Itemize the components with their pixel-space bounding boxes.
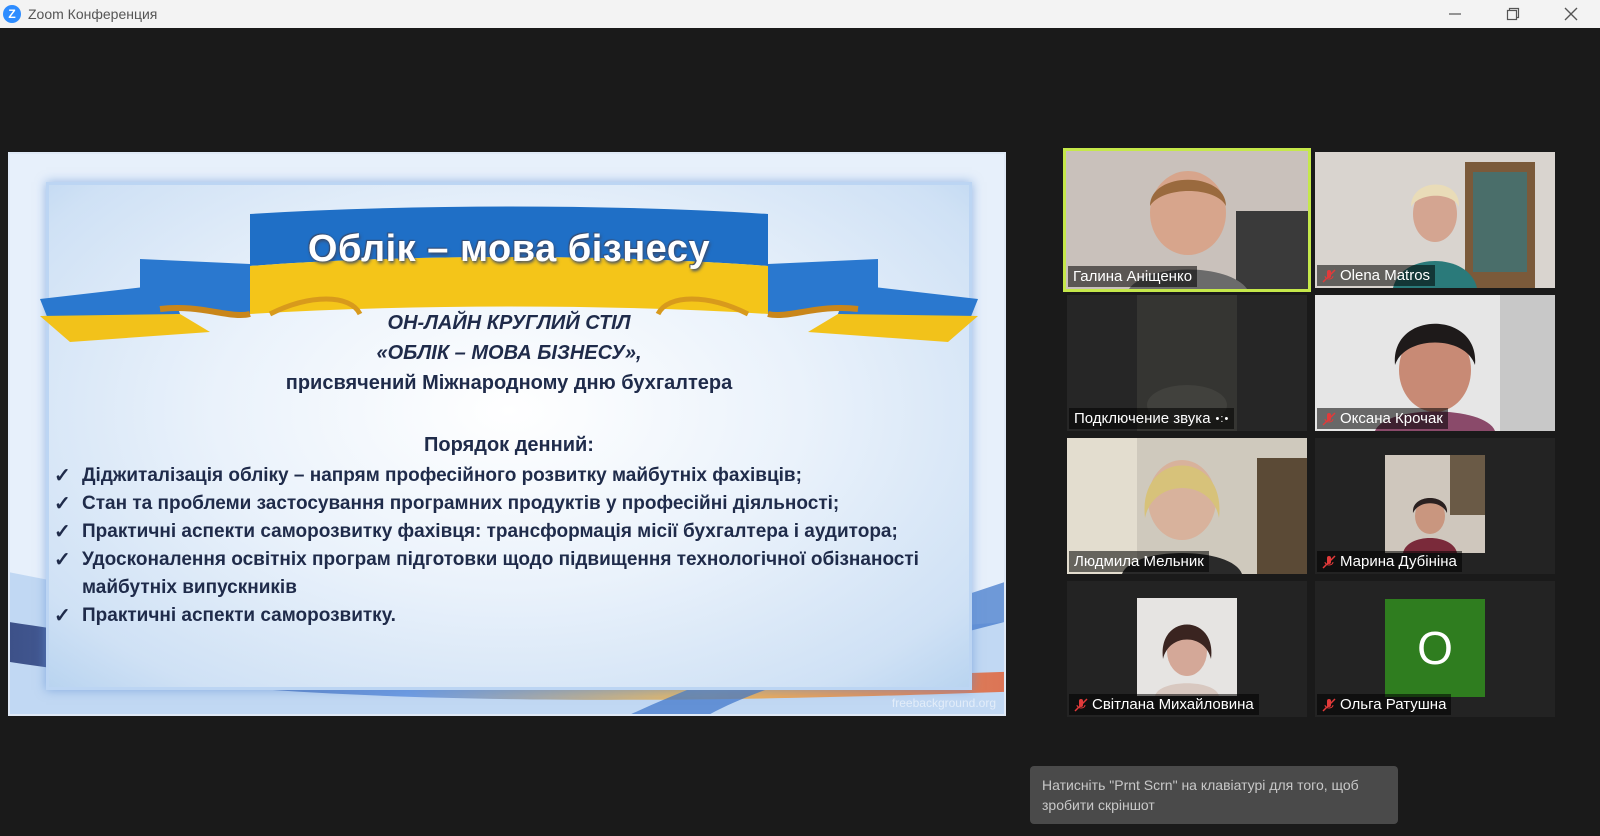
window-titlebar: Z Zoom Конференция (0, 0, 1600, 28)
participant-name: Марина Дубініна (1317, 551, 1462, 572)
agenda-title: Порядок денний: (424, 434, 594, 456)
muted-mic-icon (1322, 411, 1336, 426)
checkmark-icon: ✓ (54, 521, 71, 543)
participant-name: Світлана Михайловина (1069, 694, 1259, 715)
muted-mic-icon (1322, 268, 1336, 283)
checkmark-icon: ✓ (54, 493, 71, 515)
restore-icon (1506, 7, 1520, 21)
muted-mic-icon (1322, 554, 1336, 569)
participant-name: Оксана Крочак (1317, 408, 1448, 429)
zoom-logo-icon: Z (3, 5, 21, 23)
slide-subtitle-1: ОН-ЛАЙН КРУГЛИЙ СТІЛ (387, 312, 631, 334)
participant-tile[interactable]: Галина Аніщенко (1063, 148, 1311, 292)
participant-tile[interactable]: Людмила Мельник (1067, 438, 1307, 574)
agenda-item: ✓ Діджиталізація обліку – напрям професій… (54, 462, 934, 490)
agenda-item: ✓ Практичні аспекти саморозвитку фахівця:… (54, 518, 934, 546)
window-title: Zoom Конференция (28, 6, 158, 22)
participant-name: Olena Matros (1317, 265, 1436, 286)
muted-mic-icon (1322, 697, 1336, 712)
agenda-item: ✓ Стан та проблеми застосування програмни… (54, 490, 934, 518)
participant-tile[interactable]: Olena Matros (1315, 152, 1555, 288)
slide-title: Облік – мова бізнесу (307, 228, 711, 270)
checkmark-icon: ✓ (54, 605, 71, 627)
shared-screen-slide: Облік – мова бізнесу ОН-ЛАЙН КРУГЛИЙ СТІ… (8, 152, 1006, 716)
participant-name: Подключение звука •:• (1069, 408, 1235, 429)
checkmark-icon: ✓ (54, 549, 71, 571)
muted-mic-icon (1074, 697, 1088, 712)
participant-tile[interactable]: Оксана Крочак (1315, 295, 1555, 431)
participant-name: Галина Аніщенко (1068, 266, 1198, 287)
agenda-list: ✓ Діджиталізація обліку – напрям професій… (54, 462, 934, 630)
window-controls (1426, 0, 1600, 28)
minimize-icon (1449, 13, 1461, 15)
participant-tile[interactable]: Подключение звука •:• (1067, 295, 1307, 431)
screenshot-hint-toast: Натисніть "Prnt Scrn" на клавіатурі для … (1030, 766, 1398, 824)
slide-watermark: freebackground.org (891, 696, 996, 710)
checkmark-icon: ✓ (54, 465, 71, 487)
minimize-button[interactable] (1426, 0, 1484, 28)
participant-tile[interactable]: Світлана Михайловина (1067, 581, 1307, 717)
agenda-item: ✓ Удосконалення освітніх програм підготов… (54, 546, 934, 602)
restore-button[interactable] (1484, 0, 1542, 28)
close-icon (1564, 7, 1578, 21)
agenda-item: ✓ Практичні аспекти саморозвитку. (54, 602, 934, 630)
participant-name: Ольга Ратушна (1317, 694, 1452, 715)
close-button[interactable] (1542, 0, 1600, 28)
slide-subtitle-2: «ОБЛІК – МОВА БІЗНЕСУ», (376, 342, 642, 364)
loading-dots-icon: •:• (1215, 412, 1230, 425)
participant-name: Людмила Мельник (1069, 551, 1209, 572)
participant-tile[interactable]: Марина Дубініна (1315, 438, 1555, 574)
slide-subtitle-3: присвячений Міжнародному дню бухгалтера (285, 372, 733, 394)
participant-tile[interactable]: О Ольга Ратушна (1315, 581, 1555, 717)
participant-avatar: О (1385, 599, 1485, 697)
